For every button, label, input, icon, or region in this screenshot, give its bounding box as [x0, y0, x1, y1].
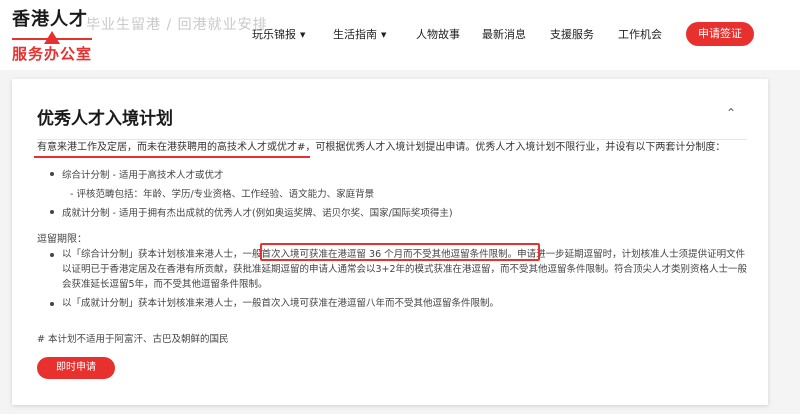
site-logo[interactable]: 香港人才 服务办公室 — [12, 9, 92, 63]
nav-label: 支援服务 — [550, 28, 594, 41]
apply-visa-button[interactable]: 申请签证 — [686, 22, 754, 46]
intro-text: ，可根据优秀人才入境计划提出申请。优秀人才入境计划不限行业，并设有以下两套计分制… — [305, 142, 726, 153]
red-underline-annotation — [34, 156, 310, 158]
divider — [37, 139, 747, 140]
bullet-icon — [50, 302, 54, 306]
nav-item-living-guide[interactable]: 生活指南 ▼ — [333, 26, 386, 42]
nav-item-news[interactable]: 最新消息 — [482, 26, 526, 42]
logo-title: 香港人才 — [12, 9, 88, 30]
nav-label: 工作机会 — [618, 28, 662, 41]
list-item-text: 综合计分制 - 适用于高技术人才或优才 — [62, 170, 224, 181]
scheme-accordion-card: 优秀人才入境计划 ⌃ 有意来港工作及定居，而未在港获聘用的高技术人才或优才#，可… — [12, 79, 768, 405]
list-item: 以「成就计分制」获本计划核准来港人士，一般首次入境可获准在港逗留八年而不受其他逗… — [50, 296, 752, 311]
bullet-icon — [50, 253, 54, 257]
text-segment: 以「综合计分制」获本计划核准来港人士， — [62, 249, 243, 260]
caret-down-icon: ▼ — [381, 31, 387, 39]
chevron-up-icon[interactable]: ⌃ — [726, 106, 736, 120]
list-item-sub: - 评核范畴包括：年龄、学历/专业资格、工作经验、语文能力、家庭背景 — [70, 189, 375, 200]
list-item: 综合计分制 - 适用于高技术人才或优才 — [50, 166, 453, 185]
nav-label: 最新消息 — [482, 28, 526, 41]
intro-highlight: 有意来港工作及定居，而未在港获聘用的高技术人才或优才# — [37, 142, 306, 153]
scoring-list: 综合计分制 - 适用于高技术人才或优才 - 评核范畴包括：年龄、学历/专业资格、… — [50, 166, 453, 223]
list-item: 成就计分制 - 适用于拥有杰出成就的优秀人才(例如奥运奖牌、诺贝尔奖、国家/国际… — [50, 204, 453, 223]
nav-item-jobs[interactable]: 工作机会 — [618, 26, 662, 42]
stay-period-label: 逗留期限： — [37, 234, 87, 245]
footnote: # 本计划不适用于阿富汗、古巴及朝鲜的国民 — [37, 334, 229, 345]
site-header: 香港人才 服务办公室 毕业生留港 / 回港就业安排 玩乐锦报 ▼ 生活指南 ▼ 人物… — [0, 0, 800, 70]
nav-item-stories[interactable]: 人物故事 — [416, 26, 460, 42]
nav-item-fun[interactable]: 玩乐锦报 ▼ — [252, 26, 305, 42]
nav-label: 人物故事 — [416, 28, 460, 41]
bullet-icon — [50, 210, 54, 214]
logo-triangle-icon — [44, 31, 60, 44]
list-item-text: 以「成就计分制」获本计划核准来港人士，一般首次入境可获准在港逗留八年而不受其他逗… — [62, 298, 500, 309]
card-title: 优秀人才入境计划 — [37, 109, 173, 129]
bullet-icon — [50, 172, 54, 176]
caret-down-icon: ▼ — [300, 31, 306, 39]
red-box-annotation — [260, 243, 540, 261]
logo-emblem — [12, 31, 92, 45]
faded-page-heading: 毕业生留港 / 回港就业安排 — [86, 17, 268, 33]
nav-label: 生活指南 — [333, 28, 377, 41]
logo-subtitle: 服务办公室 — [12, 45, 93, 63]
intro-paragraph: 有意来港工作及定居，而未在港获聘用的高技术人才或优才#，可根据优秀人才入境计划提… — [37, 141, 757, 155]
list-item-text: 成就计分制 - 适用于拥有杰出成就的优秀人才(例如奥运奖牌、诺贝尔奖、国家/国际… — [62, 208, 453, 219]
nav-label: 玩乐锦报 — [252, 28, 296, 41]
apply-now-button[interactable]: 即时申请 — [37, 357, 115, 379]
nav-item-support[interactable]: 支援服务 — [550, 26, 594, 42]
